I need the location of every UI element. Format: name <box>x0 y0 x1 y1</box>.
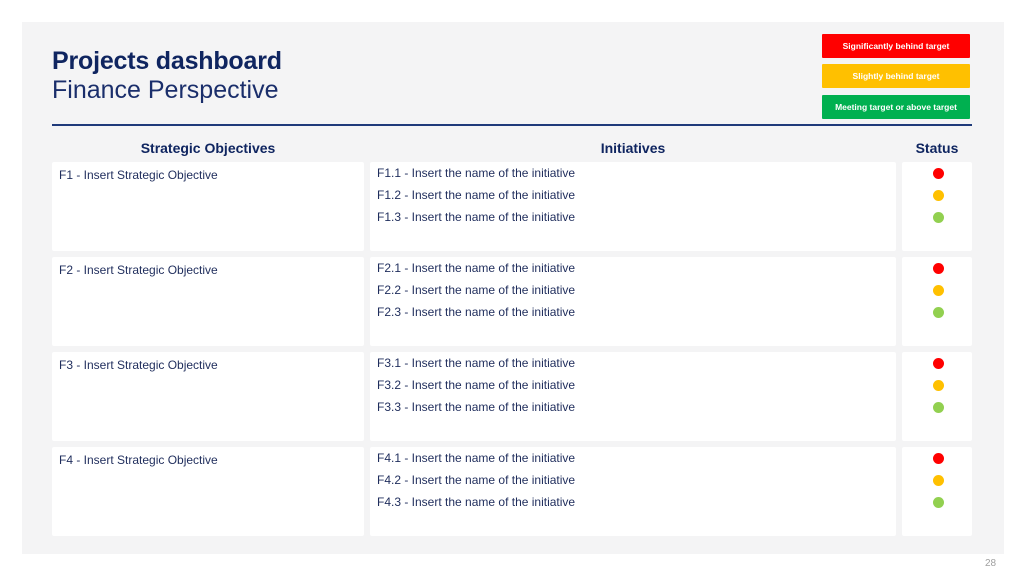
initiative-item: F1.2 - Insert the name of the initiative <box>377 188 576 202</box>
status-cell <box>902 352 972 441</box>
objective-text: F2 - Insert Strategic Objective <box>59 263 218 277</box>
initiative-item: F1.3 - Insert the name of the initiative <box>377 210 576 224</box>
initiative-item: F4.2 - Insert the name of the initiative <box>377 473 576 487</box>
legend-slightly-behind[interactable]: Slightly behind target <box>822 64 970 88</box>
objective-text: F3 - Insert Strategic Objective <box>59 358 218 372</box>
status-dot-red <box>933 168 944 179</box>
status-cell <box>902 447 972 536</box>
page-title: Projects dashboard <box>52 47 282 75</box>
legend-meeting-target[interactable]: Meeting target or above target <box>822 95 970 119</box>
objective-cell: F3 - Insert Strategic Objective <box>52 352 364 441</box>
status-dot-amber <box>933 475 944 486</box>
status-cell <box>902 257 972 346</box>
status-dot-amber <box>933 380 944 391</box>
page-subtitle: Finance Perspective <box>52 76 279 104</box>
column-header-initiatives: Initiatives <box>600 140 666 156</box>
objective-cell: F4 - Insert Strategic Objective <box>52 447 364 536</box>
legend-significantly-behind[interactable]: Significantly behind target <box>822 34 970 58</box>
column-header-status: Status <box>915 140 959 156</box>
header-divider <box>52 124 972 126</box>
objective-text: F1 - Insert Strategic Objective <box>59 168 218 182</box>
status-dot-green <box>933 402 944 413</box>
initiatives-cell: F3.1 - Insert the name of the initiative… <box>370 352 896 441</box>
status-dot-red <box>933 358 944 369</box>
status-dot-red <box>933 453 944 464</box>
objective-cell: F2 - Insert Strategic Objective <box>52 257 364 346</box>
status-dot-green <box>933 307 944 318</box>
initiative-item: F2.2 - Insert the name of the initiative <box>377 283 576 297</box>
initiative-item: F3.2 - Insert the name of the initiative <box>377 378 576 392</box>
page-number: 28 <box>985 558 997 569</box>
initiative-item: F3.1 - Insert the name of the initiative <box>377 356 576 370</box>
status-dot-red <box>933 263 944 274</box>
initiative-item: F2.3 - Insert the name of the initiative <box>377 305 576 319</box>
status-dot-amber <box>933 285 944 296</box>
status-cell <box>902 162 972 251</box>
initiative-item: F1.1 - Insert the name of the initiative <box>377 166 576 180</box>
objective-text: F4 - Insert Strategic Objective <box>59 453 218 467</box>
initiatives-cell: F2.1 - Insert the name of the initiative… <box>370 257 896 346</box>
initiative-item: F3.3 - Insert the name of the initiative <box>377 400 576 414</box>
status-dot-green <box>933 497 944 508</box>
initiatives-cell: F4.1 - Insert the name of the initiative… <box>370 447 896 536</box>
initiative-item: F2.1 - Insert the name of the initiative <box>377 261 576 275</box>
objective-cell: F1 - Insert Strategic Objective <box>52 162 364 251</box>
initiative-item: F4.1 - Insert the name of the initiative <box>377 451 576 465</box>
column-header-objectives: Strategic Objectives <box>140 140 276 156</box>
status-dot-green <box>933 212 944 223</box>
initiative-item: F4.3 - Insert the name of the initiative <box>377 495 576 509</box>
status-dot-amber <box>933 190 944 201</box>
initiatives-cell: F1.1 - Insert the name of the initiative… <box>370 162 896 251</box>
